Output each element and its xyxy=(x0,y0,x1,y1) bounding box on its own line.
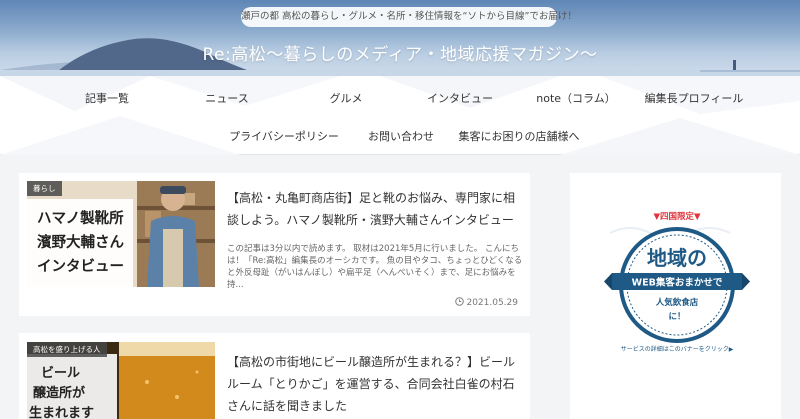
article-card[interactable]: ビール 醸造所が 生まれます 高松を盛り上げる人 【高松の市街地にビール醸造所が… xyxy=(19,333,530,419)
article-title[interactable]: 【高松の市街地にビール醸造所が生まれる？】ビールルーム「とりかご」を運営する、合… xyxy=(227,351,523,417)
thumbnail-caption-line: ビール xyxy=(41,366,81,381)
nav-item-gourmet[interactable]: グルメ xyxy=(330,90,363,106)
thumbnail-caption-line: インタビュー xyxy=(37,259,124,275)
site-title[interactable]: Re:高松〜暮らしのメディア・地域応援マガジン〜 xyxy=(0,40,800,65)
main-navigation: 記事一覧 ニュース グルメ インタビュー note（コラム） 編集長プロフィール… xyxy=(0,76,800,155)
nav-item-for-shops[interactable]: 集客にお困りの店舗様へ xyxy=(459,128,580,144)
category-label[interactable]: 暮らし xyxy=(27,181,62,196)
nav-item-note[interactable]: note（コラム） xyxy=(536,90,615,106)
site-tagline: 瀬戸の都 高松の暮らし・グルメ・名所・移住情報を“ソトから目線”でお届け！ xyxy=(241,7,577,27)
article-card[interactable]: ハマノ製靴所 濱野大輔さん インタビュー 暮らし 【高松・丸亀町商店街】足と靴の… xyxy=(19,173,530,316)
article-title[interactable]: 【高松・丸亀町商店街】足と靴のお悩み、専門家に相談しよう。ハマノ製靴所・濱野大輔… xyxy=(227,187,523,231)
thumbnail-caption-line: ハマノ製靴所 xyxy=(37,211,124,227)
nav-item-editor-profile[interactable]: 編集長プロフィール xyxy=(645,90,744,106)
article-date: 2021.05.29 xyxy=(454,297,518,308)
thumbnail-caption-line: 濱野大輔さん xyxy=(37,235,124,251)
nav-item-news[interactable]: ニュース xyxy=(205,90,248,106)
thumbnail-caption-line: 醸造所が xyxy=(33,386,86,401)
banner-subtext-2: に！ xyxy=(668,312,685,322)
article-thumbnail[interactable]: ビール 醸造所が 生まれます 高松を盛り上げる人 xyxy=(27,342,215,419)
site-header: 瀬戸の都 高松の暮らし・グルメ・名所・移住情報を“ソトから目線”でお届け！ Re… xyxy=(0,0,800,76)
nav-item-interview[interactable]: インタビュー xyxy=(427,90,493,106)
nav-item-contact[interactable]: お問い合わせ xyxy=(368,128,434,144)
sidebar: ▼四国限定▼ 地域の WEB集客おまかせで 人気飲食店 に！ サービスの詳細はこ… xyxy=(570,173,781,419)
banner-band-text: WEB集客おまかせで xyxy=(632,277,723,289)
banner-subtext-1: 人気飲食店 xyxy=(656,297,699,308)
article-excerpt: この記事は3分以内で読めます。 取材は2021年5月に行いました。 こんにちは！… xyxy=(227,244,523,290)
regional-web-marketing-banner[interactable]: ▼四国限定▼ 地域の WEB集客おまかせで 人気飲食店 に！ サービスの詳細はこ… xyxy=(570,173,781,419)
article-date-text: 2021.05.29 xyxy=(466,298,518,308)
nav-item-articles[interactable]: 記事一覧 xyxy=(85,90,129,106)
category-label[interactable]: 高松を盛り上げる人 xyxy=(27,342,107,357)
article-thumbnail[interactable]: ハマノ製靴所 濱野大輔さん インタビュー 暮らし xyxy=(27,181,215,287)
clock-icon xyxy=(454,297,464,306)
banner-heading: 地域の xyxy=(647,246,707,270)
banner-footer-text: サービスの詳細はこのバナーをクリック▶ xyxy=(621,345,734,353)
thumbnail-caption-line: 生まれます xyxy=(29,406,95,419)
nav-item-privacy-policy[interactable]: プライバシーポリシー xyxy=(229,128,339,144)
banner-top-label: ▼四国限定▼ xyxy=(653,211,701,222)
